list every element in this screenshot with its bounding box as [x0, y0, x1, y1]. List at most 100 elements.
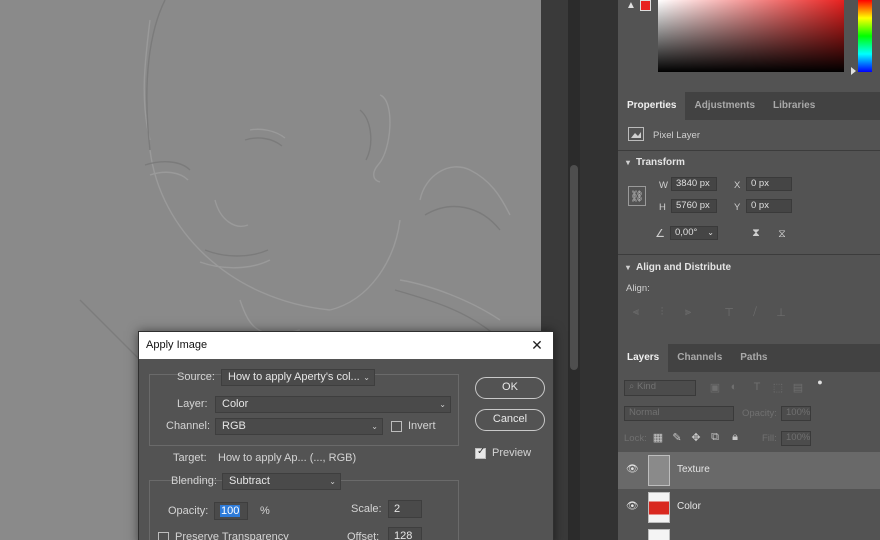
target-value: How to apply Ap... (..., RGB)	[218, 452, 357, 464]
filter-pixel-icon[interactable]: ▣	[709, 381, 721, 394]
preview-label: Preview	[492, 447, 532, 459]
dialog-title: Apply Image	[146, 339, 208, 351]
hue-marker-icon[interactable]	[851, 67, 856, 75]
tab-channels[interactable]: Channels	[668, 344, 731, 372]
flip-horizontal-icon[interactable]: ⧗	[748, 226, 764, 240]
preserve-transparency-checkbox[interactable]	[158, 532, 169, 540]
hue-slider[interactable]	[858, 0, 872, 72]
channel-value: RGB	[222, 420, 246, 432]
channel-label: Channel:	[166, 420, 211, 432]
flip-vertical-icon[interactable]: ⧖	[775, 226, 789, 242]
preserve-transparency-label: Preserve Transparency	[175, 531, 289, 540]
source-dropdown[interactable]: How to apply Aperty's col... ⌄	[221, 369, 375, 386]
properties-tab-bar: Properties Adjustments Libraries	[618, 92, 880, 120]
color-panel: ▲	[618, 0, 880, 90]
fill-field[interactable]: 100%	[781, 431, 811, 446]
fill-label: Fill:	[762, 433, 777, 444]
chevron-down-icon: ⌄	[707, 228, 714, 237]
lock-transparent-pixels-icon[interactable]: ▦	[652, 431, 664, 444]
layer-opacity-field[interactable]: 100%	[781, 406, 811, 421]
align-top-icon[interactable]: ⊤	[722, 305, 736, 319]
apply-image-dialog: Apply Image ✕ Source: How to apply Apert…	[138, 331, 554, 540]
preview-checkbox[interactable]	[475, 446, 486, 459]
filter-smart-object-icon[interactable]: ▤	[792, 381, 804, 394]
layers-tab-bar: Layers Channels Paths	[618, 344, 880, 372]
layer-row-color[interactable]: 👁︎ Color	[618, 489, 880, 526]
align-bottom-icon[interactable]: ⊥	[774, 305, 788, 319]
angle-field[interactable]: 0,00° ⌄	[670, 226, 718, 240]
x-field[interactable]: 0 px	[746, 177, 792, 191]
layer-dropdown[interactable]: Color ⌄	[215, 396, 451, 413]
warning-icon[interactable]: ▲	[626, 0, 637, 11]
out-of-gamut-swatch[interactable]	[640, 0, 651, 11]
width-field[interactable]: 3840 px	[671, 177, 717, 191]
source-label: Source:	[177, 371, 215, 383]
width-label: W	[659, 180, 668, 191]
align-left-icon[interactable]: ⫷	[629, 305, 643, 319]
invert-checkbox[interactable]	[391, 421, 402, 432]
panel-gutter	[580, 0, 618, 540]
align-center-horizontal-icon[interactable]: ⫶	[655, 305, 669, 319]
transform-header[interactable]: ▾ Transform	[626, 157, 685, 168]
layer-filter-kind[interactable]: ⌕ Kind	[624, 380, 696, 396]
angle-value: 0,00°	[675, 227, 698, 238]
tab-layers[interactable]: Layers	[618, 344, 669, 372]
lock-position-icon[interactable]: ✥	[690, 431, 702, 444]
layer-row-texture[interactable]: 👁︎ Texture	[618, 452, 880, 489]
eye-icon[interactable]: 👁︎	[626, 464, 639, 475]
channel-dropdown[interactable]: RGB ⌄	[215, 418, 383, 435]
right-panel-dock: ▲ Properties Adjustments Libraries Pixel…	[618, 0, 880, 540]
tab-adjustments[interactable]: Adjustments	[685, 92, 764, 120]
height-field[interactable]: 5760 px	[671, 199, 717, 213]
lock-artboard-icon[interactable]: ⧉	[709, 431, 721, 443]
opacity-unit: %	[260, 505, 270, 517]
layer-type-label: Pixel Layer	[653, 130, 700, 141]
close-icon[interactable]: ✕	[530, 332, 544, 359]
scrollbar-thumb[interactable]	[570, 165, 578, 370]
opacity-value: 100	[220, 505, 241, 517]
y-field[interactable]: 0 px	[746, 199, 792, 213]
dialog-titlebar[interactable]: Apply Image ✕	[139, 332, 553, 359]
layer-thumbnail	[648, 455, 670, 486]
chevron-down-icon: ⌄	[371, 422, 378, 431]
divider	[618, 254, 880, 255]
color-field[interactable]	[658, 0, 844, 72]
tab-paths[interactable]: Paths	[731, 344, 776, 372]
search-icon: ⌕	[629, 381, 637, 392]
offset-field[interactable]: 128	[388, 527, 422, 540]
lock-all-icon[interactable]: 🔒︎	[729, 431, 741, 443]
blend-mode-select[interactable]: Normal	[624, 406, 734, 421]
opacity-field[interactable]: 100	[214, 502, 248, 520]
filter-shape-icon[interactable]: ⬚	[772, 381, 784, 394]
align-title: Align and Distribute	[636, 262, 732, 273]
pixel-layer-icon	[628, 127, 644, 141]
scale-label: Scale:	[351, 503, 382, 515]
link-icon[interactable]: ⛓	[628, 186, 646, 206]
blending-value: Subtract	[229, 475, 270, 487]
lock-image-pixels-icon[interactable]: ✎	[671, 431, 683, 444]
tab-libraries[interactable]: Libraries	[764, 92, 824, 120]
scale-field[interactable]: 2	[388, 500, 422, 518]
layer-row-partial[interactable]	[618, 526, 880, 540]
layer-name[interactable]: Color	[677, 501, 701, 512]
align-header[interactable]: ▾ Align and Distribute	[626, 262, 731, 273]
blending-dropdown[interactable]: Subtract ⌄	[222, 473, 341, 490]
angle-icon: ∠	[655, 227, 665, 240]
filter-type-icon[interactable]: T	[751, 381, 763, 393]
divider	[618, 150, 880, 151]
x-label: X	[734, 180, 741, 191]
layer-opacity-label: Opacity:	[742, 408, 777, 419]
align-middle-icon[interactable]: ⧸	[748, 305, 762, 319]
offset-label: Offset:	[347, 531, 380, 540]
eye-icon[interactable]: 👁︎	[626, 501, 639, 512]
filter-adjustment-icon[interactable]: ◐	[728, 381, 740, 393]
target-label: Target:	[173, 452, 207, 464]
align-right-icon[interactable]: ⫸	[681, 305, 695, 319]
cancel-button[interactable]: Cancel	[475, 409, 545, 431]
layer-name[interactable]: Texture	[677, 464, 710, 475]
tab-properties[interactable]: Properties	[618, 92, 686, 120]
chevron-down-icon: ⌄	[363, 373, 370, 382]
ok-button[interactable]: OK	[475, 377, 545, 399]
opacity-label: Opacity:	[168, 505, 209, 517]
filter-toggle-icon[interactable]: ●	[815, 377, 825, 387]
